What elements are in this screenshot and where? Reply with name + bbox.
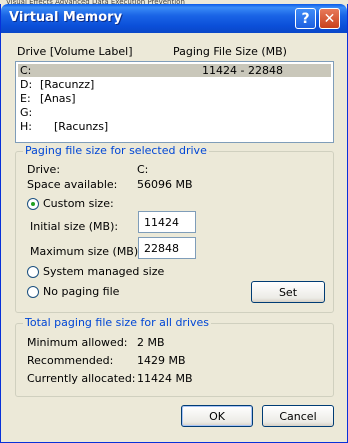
initial-size-label: Initial size (MB): (30, 220, 119, 233)
close-button[interactable]: ✕ (319, 8, 340, 29)
drive-row-h[interactable]: H: [Racunzs] (18, 120, 331, 133)
drive-label: [Anas] (40, 92, 76, 105)
drive-letter: G: (20, 106, 33, 119)
maximum-size-input[interactable] (138, 237, 196, 259)
drive-list[interactable]: C: 11424 - 22848 D: [Racunzz] E: [Anas] … (15, 61, 334, 143)
minimum-allowed-value: 2 MB (137, 336, 165, 349)
close-icon: ✕ (323, 10, 336, 27)
no-paging-file-label[interactable]: No paging file (43, 285, 119, 298)
drive-column-header: Drive [Volume Label] (17, 45, 133, 58)
drive-row-e[interactable]: E: [Anas] (18, 92, 331, 105)
space-available-label: Space available: (27, 178, 118, 191)
custom-size-label[interactable]: Custom size: (43, 197, 114, 210)
drive-paging-size: 11424 - 22848 (202, 64, 283, 77)
system-managed-label[interactable]: System managed size (43, 265, 164, 278)
drive-row-d[interactable]: D: [Racunzz] (18, 78, 331, 91)
drive-letter: C: (20, 64, 32, 77)
drive-label: [Racunzs] (54, 120, 109, 133)
total-paging-group-title: Total paging file size for all drives (23, 316, 212, 329)
paging-size-column-header: Paging File Size (MB) (173, 45, 287, 58)
drive-letter: D: (20, 78, 33, 91)
currently-allocated-value: 11424 MB (137, 372, 193, 385)
help-button[interactable]: ? (295, 8, 316, 29)
drive-field-value: C: (137, 163, 149, 176)
ok-button[interactable]: OK (181, 405, 253, 427)
minimum-allowed-label: Minimum allowed: (27, 336, 128, 349)
custom-size-radio[interactable] (27, 198, 39, 210)
radio-selected-dot (31, 202, 35, 206)
recommended-label: Recommended: (27, 354, 114, 367)
recommended-value: 1429 MB (137, 354, 186, 367)
system-managed-radio[interactable] (27, 266, 39, 278)
drive-field-label: Drive: (27, 163, 61, 176)
virtual-memory-dialog: Virtual Memory ? ✕ Drive [Volume Label] … (0, 4, 348, 443)
ok-button-label: OK (209, 409, 225, 423)
space-available-value: 56096 MB (137, 178, 193, 191)
currently-allocated-label: Currently allocated: (27, 372, 136, 385)
drive-letter: H: (20, 120, 32, 133)
title-bar[interactable]: Virtual Memory ? ✕ (1, 4, 347, 33)
cancel-button-label: Cancel (279, 409, 317, 423)
window-title: Virtual Memory (9, 10, 123, 25)
set-button[interactable]: Set (251, 281, 325, 303)
maximum-size-label: Maximum size (MB): (30, 245, 142, 258)
selected-drive-group-title: Paging file size for selected drive (23, 144, 209, 157)
no-paging-file-radio[interactable] (27, 286, 39, 298)
initial-size-input[interactable] (138, 211, 196, 233)
drive-label: [Racunzz] (40, 78, 95, 91)
question-mark-icon: ? (301, 10, 310, 27)
drive-letter: E: (20, 92, 31, 105)
cancel-button[interactable]: Cancel (262, 405, 334, 427)
drive-row-c[interactable]: C: 11424 - 22848 (18, 64, 331, 77)
set-button-label: Set (278, 285, 298, 299)
drive-row-g[interactable]: G: (18, 106, 331, 119)
